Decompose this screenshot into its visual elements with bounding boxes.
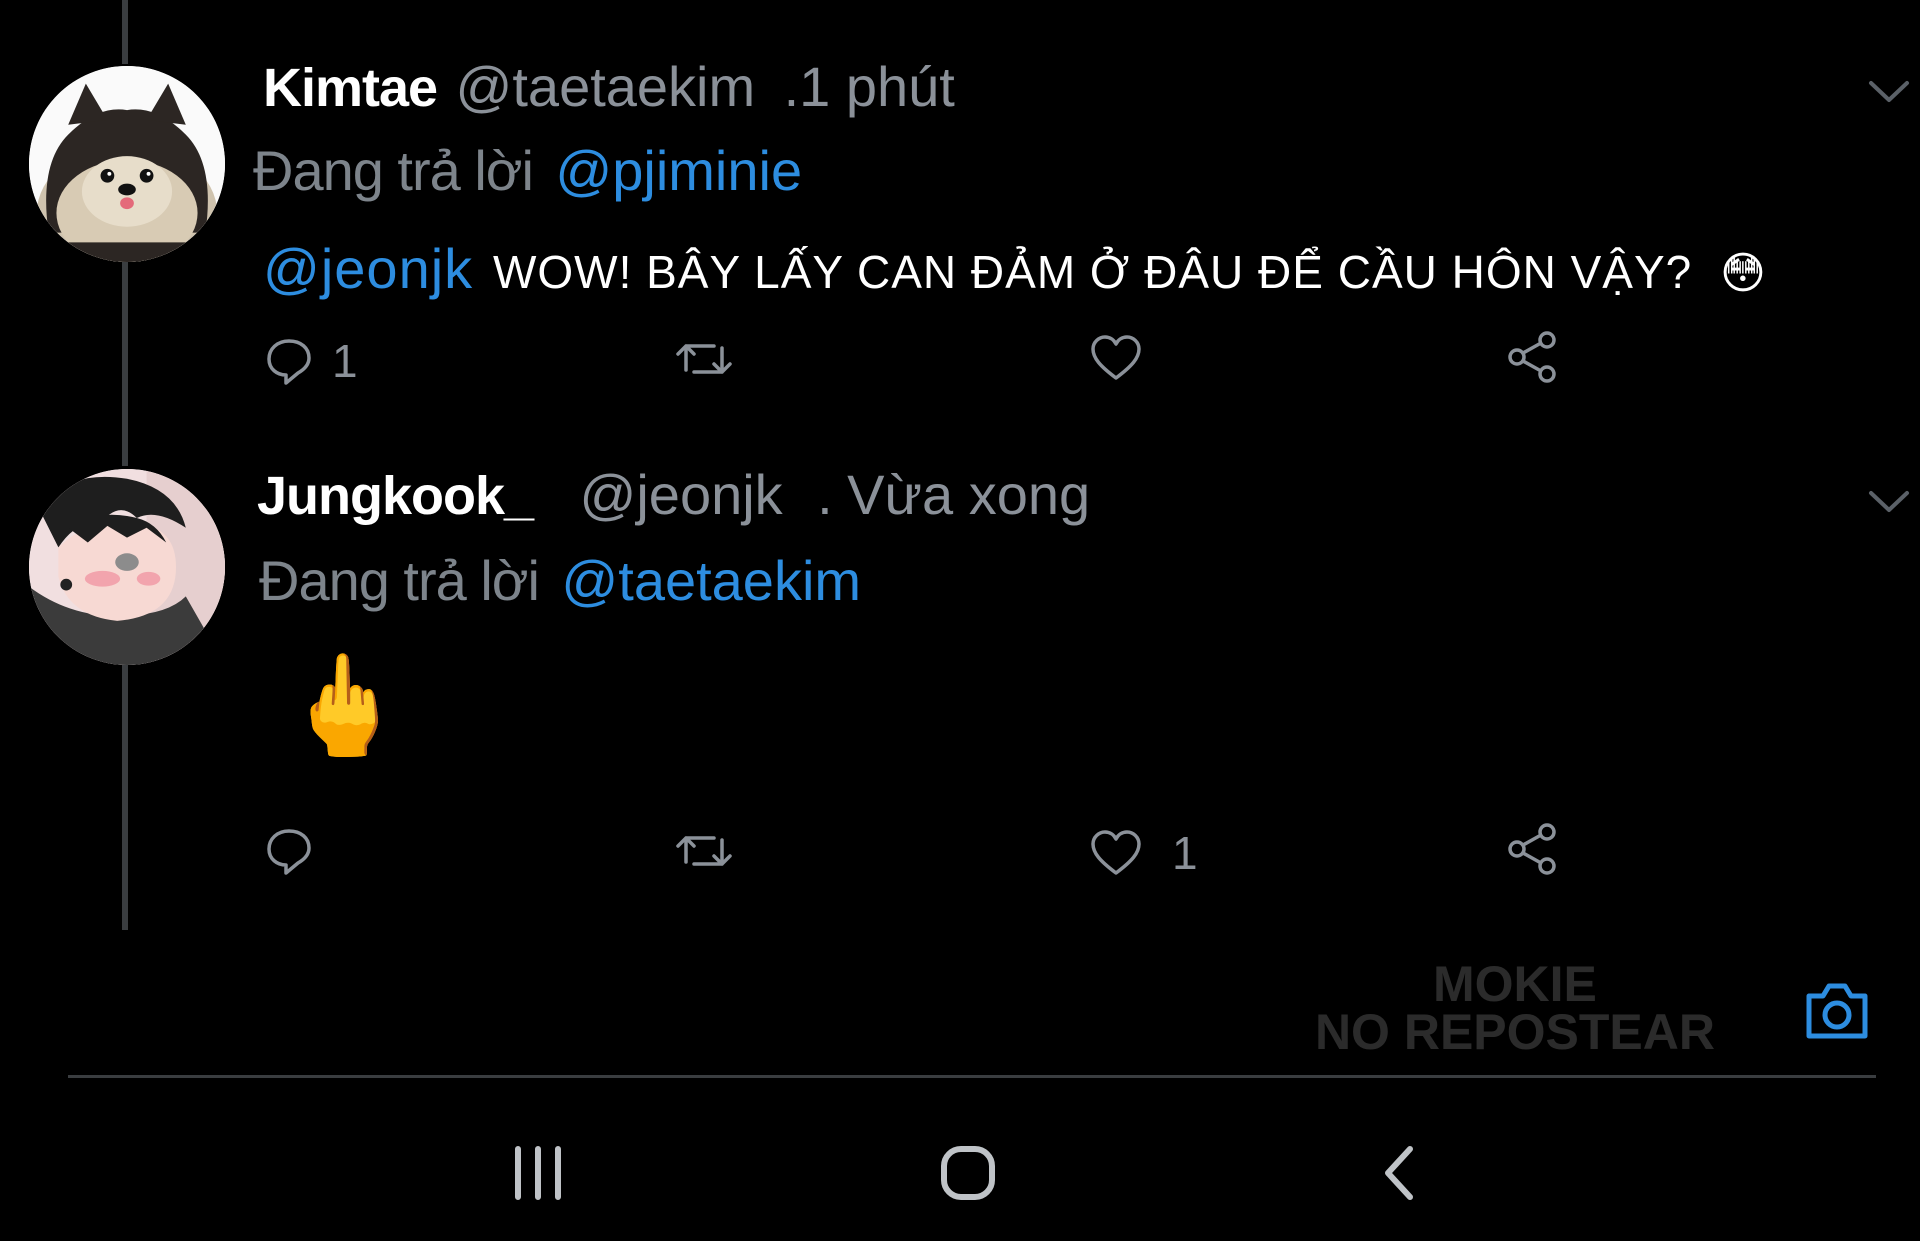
text-body: WOW! BÂY LẤY CAN ĐẢM Ở ĐÂU ĐỂ CẦU HÔN VẬ… [492,246,1693,298]
reply-context: Đang trả lời @taetaekim [259,548,861,613]
separator-dot: . [783,55,800,118]
home-icon[interactable] [940,1145,996,1201]
like-button[interactable] [1090,334,1142,382]
reply-label: Đang trả lời [259,549,540,612]
watermark-line-2: NO REPOSTEAR [1314,1004,1715,1060]
tweet-header: Jungkook_ @jeonjk . Vừa xong [257,462,1090,527]
flushed-face-emoji: 😳 [1720,249,1767,298]
retweet-button[interactable] [674,826,734,876]
speech-bubble-icon [267,339,311,385]
reply-context: Đang trả lời @pjiminie [253,138,802,203]
share-icon [1508,823,1556,875]
share-button[interactable] [1505,330,1559,384]
boy-avatar-icon [29,469,225,665]
thread-line-middle [122,258,128,466]
heart-icon [1091,830,1141,875]
thread-line-bottom [122,664,128,930]
tweet-header: Kimtae @taetaekim .1 phút [263,54,955,119]
divider [68,1075,1876,1078]
reply-count: 1 [332,335,358,387]
camera-icon[interactable] [1803,980,1871,1042]
retweet-icon [676,344,732,374]
retweet-button[interactable] [674,334,734,384]
timestamp: Vừa xong [847,463,1091,526]
tweet-emoji: 🖕 [283,650,406,760]
timestamp: 1 phút [799,55,955,118]
like-count: 1 [1172,827,1198,879]
share-icon [1508,331,1556,383]
avatar[interactable] [29,469,225,665]
thread-line-top [122,0,128,64]
user-handle[interactable]: @taetaekim [456,55,756,118]
dog-avatar-icon [29,66,225,262]
reply-to-mention[interactable]: @taetaekim [561,549,861,612]
like-button[interactable]: 1 [1090,826,1198,880]
avatar[interactable] [29,66,225,262]
display-name[interactable]: Jungkook_ [257,466,534,526]
share-button[interactable] [1505,822,1559,876]
tweet-text: @jeonjk WOW! BÂY LẤY CAN ĐẢM Ở ĐÂU ĐỂ CẦ… [263,236,1767,301]
reply-label: Đang trả lời [253,139,534,202]
heart-icon [1091,335,1141,380]
text-mention[interactable]: @jeonjk [263,237,473,300]
user-handle[interactable]: @jeonjk [580,463,783,526]
chevron-down-icon[interactable] [1868,490,1910,514]
reply-button[interactable]: 1 [264,334,358,388]
recent-apps-icon[interactable] [510,1145,566,1201]
watermark: MOKIE NO REPOSTEAR [1314,956,1715,1060]
display-name[interactable]: Kimtae [263,58,438,118]
chevron-down-icon[interactable] [1868,80,1910,104]
speech-bubble-icon [267,829,311,875]
retweet-icon [676,836,732,866]
separator-dot: . [817,463,833,526]
reply-to-mention[interactable]: @pjiminie [555,139,802,202]
back-icon[interactable] [1378,1145,1422,1201]
watermark-line-1: MOKIE [1433,956,1597,1012]
reply-button[interactable] [264,826,332,876]
